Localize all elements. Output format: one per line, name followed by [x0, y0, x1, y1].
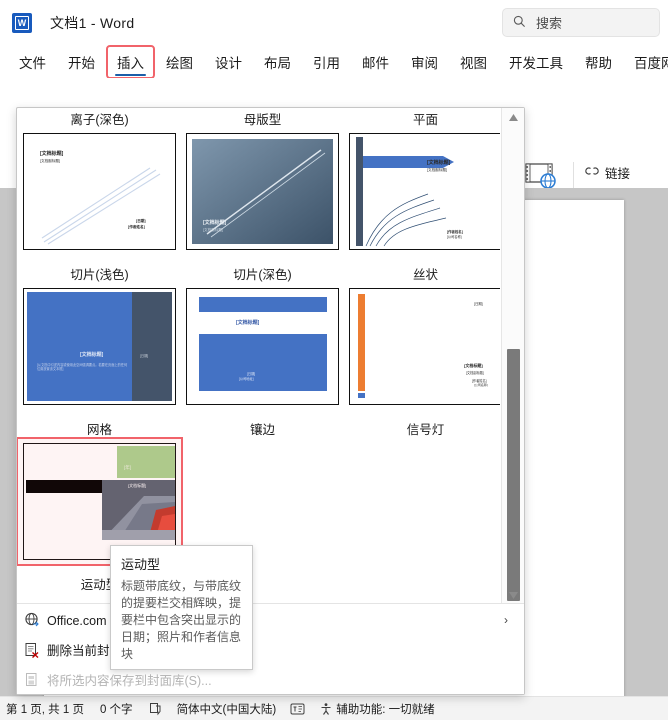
gallery-item-filament[interactable]: 丝状 [日期] [文档标题] [文档副标题] [作者姓名] [公司名称]	[348, 263, 500, 413]
tab-home[interactable]: 开始	[59, 47, 104, 77]
scrollbar-thumb[interactable]	[507, 349, 520, 601]
search-icon	[513, 15, 526, 31]
tab-label: 视图	[460, 56, 487, 71]
word-logo-icon: W	[12, 13, 32, 33]
gallery-thumb-grid: [年] [文档标题]	[23, 443, 176, 560]
gallery-item-tooltip: 运动型 标题带底纹，与带底纹的提要栏交相辉映，提要栏中包含突出显示的日期；照片和…	[110, 545, 253, 670]
tooltip-title: 运动型	[121, 557, 161, 572]
link-label: 链接	[605, 167, 631, 181]
cover-page-gallery[interactable]: 离子(深色) [文档标题] [文档副标题] [日期] [作者姓名] 母版型 [文…	[16, 107, 525, 695]
gallery-item-label: 网格	[86, 423, 112, 437]
tab-label: 开始	[68, 56, 95, 71]
save-selection-icon	[17, 672, 47, 688]
status-word-count[interactable]: 0 个字	[100, 701, 133, 717]
gallery-item-label: 切片(深色)	[233, 268, 292, 282]
tab-developer[interactable]: 开发工具	[500, 47, 572, 77]
tab-file[interactable]: 文件	[10, 47, 55, 77]
gallery-item-label: 丝状	[412, 268, 438, 282]
gallery-row: 切片(浅色) [文档标题] [从文档中引述内容或使用此空间强调要点。若要在页面上…	[17, 263, 500, 418]
gallery-item-semaphore[interactable]: 信号灯	[348, 418, 500, 568]
tab-label: 邮件	[362, 56, 389, 71]
status-bar: 第 1 页, 共 1 页 0 个字 简体中文(中国大陆) 辅助功能: 一切就绪	[0, 696, 668, 720]
text-prediction-icon[interactable]	[290, 702, 305, 716]
tab-label: 百度网盘	[634, 56, 668, 71]
gallery-item-ion-dark[interactable]: 离子(深色) [文档标题] [文档副标题] [日期] [作者姓名]	[22, 108, 177, 258]
gallery-row: 网格 [年] [文档标题] 镶边 信号灯	[17, 418, 500, 573]
tab-review[interactable]: 审阅	[402, 47, 447, 77]
tab-label: 插入	[117, 56, 144, 71]
gallery-item-label: 母版型	[243, 113, 282, 127]
tab-label: 绘图	[166, 56, 193, 71]
tab-label: 设计	[215, 56, 242, 71]
menu-item-more-covers-office[interactable]: Office.com 中的其他封面 ›	[17, 605, 524, 634]
search-placeholder: 搜索	[536, 16, 563, 31]
tab-label: 审阅	[411, 56, 438, 71]
scroll-down-arrow[interactable]	[502, 586, 525, 604]
menu-item-remove-current-cover[interactable]: 删除当前封面(R)	[17, 635, 524, 664]
gallery-item-slice-light[interactable]: 切片(浅色) [文档标题] [从文档中引述内容或使用此空间强调要点。若要在页面上…	[22, 263, 177, 413]
remove-cover-icon	[17, 642, 47, 658]
proofing-icon[interactable]	[149, 702, 163, 716]
tooltip-description: 标题带底纹，与带底纹的提要栏交相辉映，提要栏中包含突出显示的日期；照片和作者信息…	[121, 579, 242, 661]
tab-label: 帮助	[585, 56, 612, 71]
gallery-grid: 离子(深色) [文档标题] [文档副标题] [日期] [作者姓名] 母版型 [文…	[17, 108, 500, 604]
gallery-scrollbar[interactable]	[501, 108, 524, 604]
gallery-thumb-master: [文档标题] [文档副标题]	[186, 133, 339, 250]
tab-help[interactable]: 帮助	[576, 47, 621, 77]
gallery-item-label: 切片(浅色)	[70, 268, 129, 282]
tab-layout[interactable]: 布局	[255, 47, 300, 77]
gallery-item-label: 离子(深色)	[70, 113, 129, 127]
tab-draw[interactable]: 绘图	[157, 47, 202, 77]
online-video-icon[interactable]	[524, 162, 558, 188]
status-accessibility-text[interactable]: 辅助功能: 一切就绪	[336, 701, 434, 717]
gallery-thumb-slice-light: [文档标题] [从文档中引述内容或使用此空间强调要点。若要在页面上的任何位置放置…	[23, 288, 176, 405]
gallery-item-label: 信号灯	[406, 423, 445, 437]
gallery-item-label: 镶边	[249, 423, 275, 437]
globe-icon	[17, 612, 47, 628]
link-button[interactable]: 链接	[585, 163, 630, 182]
word-window: W 文档1 - Word 搜索 文件 开始 插入 绘图 设计 布局 引用 邮件 …	[0, 0, 668, 720]
tab-label: 引用	[313, 56, 340, 71]
gallery-thumb-slice-dark: [文档标题] [日期] [公司地址]	[186, 288, 339, 405]
menu-item-save-selection-to-cover-gallery: 将所选内容保存到封面库(S)...	[17, 665, 524, 694]
tab-baidu-netdisk[interactable]: 百度网盘	[625, 47, 668, 77]
gallery-item-facet[interactable]: 平面 [文档标题] [文档副标题] [作者姓名] [公司名称]	[348, 108, 500, 258]
status-page-count[interactable]: 第 1 页, 共 1 页	[6, 701, 84, 717]
gallery-row: 运动型	[17, 573, 500, 604]
gallery-item-master[interactable]: 母版型 [文档标题] [文档副标题]	[185, 108, 340, 258]
gallery-thumb-ion-dark: [文档标题] [文档副标题] [日期] [作者姓名]	[23, 133, 176, 250]
ribbon-tabs: 文件 开始 插入 绘图 设计 布局 引用 邮件 审阅 视图 开发工具 帮助 百度…	[0, 45, 668, 79]
menu-item-label: 将所选内容保存到封面库(S)...	[47, 674, 212, 688]
divider	[573, 162, 574, 188]
chevron-right-icon: ›	[504, 612, 508, 627]
status-language[interactable]: 简体中文(中国大陆)	[177, 701, 277, 717]
tab-insert[interactable]: 插入	[106, 45, 155, 79]
accessibility-icon[interactable]	[319, 702, 333, 716]
tab-label: 开发工具	[509, 56, 563, 71]
gallery-thumb-facet: [文档标题] [文档副标题] [作者姓名] [公司名称]	[349, 133, 500, 250]
tab-mailings[interactable]: 邮件	[353, 47, 398, 77]
gallery-item-label: 平面	[412, 113, 438, 127]
document-title: 文档1 - Word	[50, 15, 135, 31]
link-icon	[585, 165, 599, 180]
gallery-row: 离子(深色) [文档标题] [文档副标题] [日期] [作者姓名] 母版型 [文…	[17, 108, 500, 263]
gallery-thumb-filament: [日期] [文档标题] [文档副标题] [作者姓名] [公司名称]	[349, 288, 500, 405]
tab-label: 文件	[19, 56, 46, 71]
scroll-up-arrow[interactable]	[502, 108, 525, 126]
gallery-footer: Office.com 中的其他封面 › 删除当前封面(R) 将所选内容保存到封面…	[17, 603, 524, 694]
gallery-item-slice-dark[interactable]: 切片(深色) [文档标题] [日期] [公司地址]	[185, 263, 340, 413]
tab-design[interactable]: 设计	[206, 47, 251, 77]
title-bar: W 文档1 - Word 搜索	[0, 0, 668, 46]
tab-view[interactable]: 视图	[451, 47, 496, 77]
gallery-scroll-viewport: 离子(深色) [文档标题] [文档副标题] [日期] [作者姓名] 母版型 [文…	[17, 108, 500, 604]
search-box[interactable]: 搜索	[502, 8, 660, 37]
tab-references[interactable]: 引用	[304, 47, 349, 77]
tab-label: 布局	[264, 56, 291, 71]
